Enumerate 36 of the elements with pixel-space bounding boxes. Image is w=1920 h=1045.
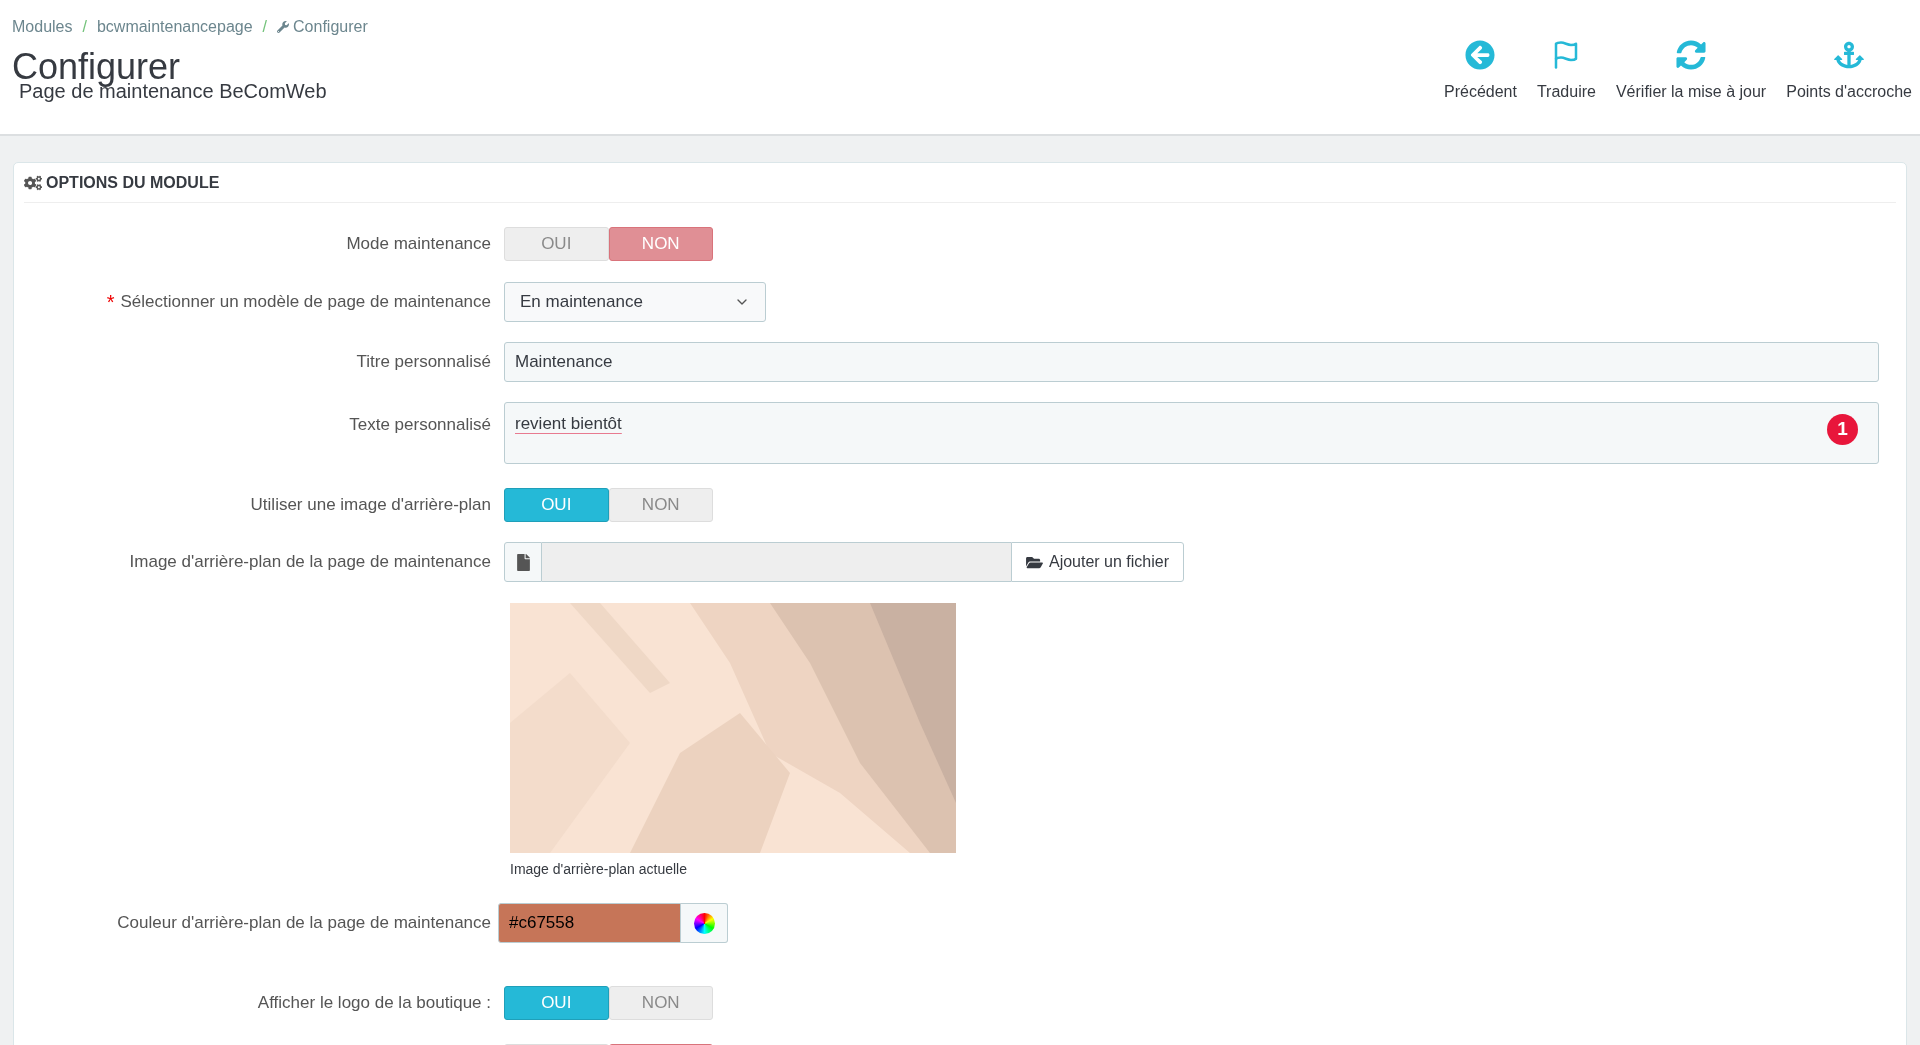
template-select[interactable]: En maintenance (504, 282, 766, 322)
toolbar-button[interactable]: Traduire (1536, 40, 1596, 104)
add-file-button[interactable]: Ajouter un fichier (1011, 542, 1184, 582)
toolbar-button[interactable]: Points d'accroche (1786, 40, 1912, 104)
breadcrumb-link[interactable]: Modules (12, 15, 73, 39)
panel-title: OPTIONS DU MODULE (46, 172, 220, 193)
file-icon (515, 553, 531, 571)
color-wheel-icon (693, 912, 715, 934)
breadcrumb-link[interactable]: Configurer (277, 15, 368, 39)
breadcrumb-separator: / (82, 17, 87, 37)
cogs-icon (24, 173, 42, 192)
field-label: Sélectionner un modèle de page de maintenance (120, 291, 491, 314)
required-asterisk: * (106, 290, 115, 315)
field-label: Mode maintenance (346, 233, 491, 256)
breadcrumb-link[interactable]: bcwmaintenancepage (96, 15, 253, 39)
field-label: Afficher le logo de la boutique : (257, 992, 491, 1015)
field-label: Image d'arrière-plan de la page de maintenance (129, 551, 491, 574)
file-name-field[interactable] (542, 542, 1011, 582)
breadcrumb-separator: / (262, 17, 268, 37)
back-arrow-icon (1465, 40, 1496, 70)
refresh-icon (1676, 40, 1707, 70)
color-picker-button[interactable] (681, 903, 728, 943)
toolbar-button[interactable]: Précédent (1444, 40, 1517, 104)
title-field[interactable]: Maintenance (504, 342, 1879, 382)
field-label: Texte personnalisé (349, 414, 491, 436)
folder-icon (1025, 554, 1043, 570)
field-label: Couleur d'arrière-plan de la page de maintenance (117, 912, 491, 935)
wrench-icon (277, 21, 290, 33)
toolbar-button[interactable]: Vérifier la mise à jour (1615, 40, 1767, 104)
notification-badge: 1 (1827, 414, 1858, 445)
color-field[interactable]: #c67558 (498, 903, 681, 943)
text-area[interactable]: revient bientôt 1 (504, 402, 1879, 464)
field-label: Utiliser une image d'arrière-plan (250, 494, 491, 517)
field-label: Titre personnalisé (356, 351, 491, 374)
image-caption: Image d'arrière-plan actuelle (510, 860, 688, 879)
anchor-icon (1834, 40, 1865, 70)
